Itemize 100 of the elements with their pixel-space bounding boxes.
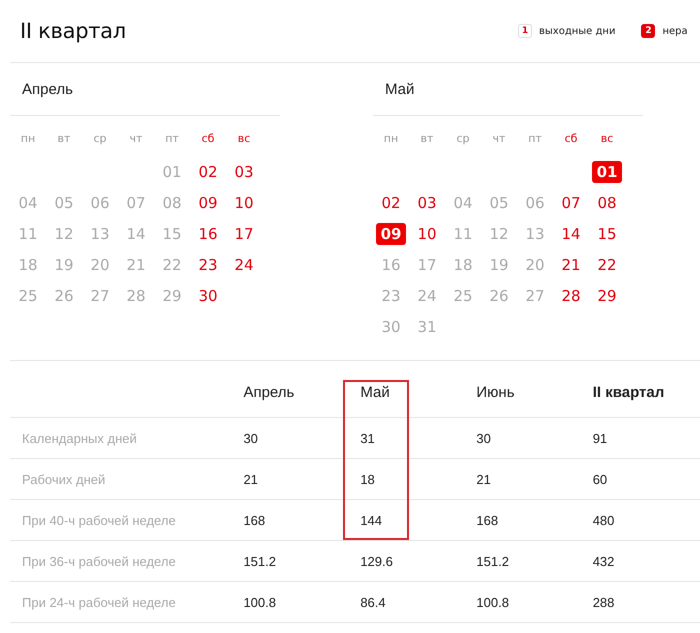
weekday-label: вт xyxy=(56,132,72,147)
calendar-day[interactable]: 03 xyxy=(229,161,259,183)
calendar-day[interactable]: 31 xyxy=(412,316,442,338)
calendar-day[interactable]: 20 xyxy=(520,254,550,276)
calendar-day[interactable]: 22 xyxy=(157,254,187,276)
calendar-day[interactable]: 14 xyxy=(556,223,586,245)
legend-label: нера xyxy=(662,26,688,36)
calendar-day[interactable]: 07 xyxy=(121,192,151,214)
table-cell: 432 xyxy=(592,554,614,568)
table-cell: 151.2 xyxy=(476,554,509,568)
calendar-day[interactable]: 17 xyxy=(412,254,442,276)
weekday-label: пн xyxy=(382,132,400,147)
month-title: Май xyxy=(373,63,643,116)
calendar-day[interactable]: 03 xyxy=(412,192,442,214)
calendar-day[interactable]: 12 xyxy=(49,223,79,245)
calendar-day[interactable]: 11 xyxy=(448,223,478,245)
calendar-day[interactable]: 22 xyxy=(592,254,622,276)
legend-badge: 2 xyxy=(641,24,656,38)
row-label: Календарных дней xyxy=(22,430,137,446)
calendar-day[interactable]: 05 xyxy=(484,192,514,214)
calendar-day[interactable]: 26 xyxy=(49,285,79,307)
calendar-day[interactable]: 04 xyxy=(448,192,478,214)
page-title: II квартал xyxy=(20,19,127,43)
calendar-day[interactable]: 07 xyxy=(556,192,586,214)
calendar-day[interactable]: 09 xyxy=(193,192,223,214)
calendar-day[interactable]: 27 xyxy=(85,285,115,307)
calendar-day[interactable]: 23 xyxy=(376,285,406,307)
weekday-label: пт xyxy=(527,132,543,147)
table-cell: 168 xyxy=(476,512,498,528)
calendar-day[interactable]: 04 xyxy=(13,192,43,214)
calendar-day[interactable]: 15 xyxy=(157,223,187,245)
calendar-day[interactable]: 15 xyxy=(592,223,622,245)
table-cell: 480 xyxy=(592,512,614,528)
calendar-day[interactable]: 08 xyxy=(157,192,187,214)
table-cell: 288 xyxy=(592,594,614,610)
legend-badge: 1 xyxy=(518,24,532,38)
calendar-day[interactable]: 20 xyxy=(85,254,115,276)
calendar-day[interactable]: 11 xyxy=(13,223,43,245)
calendar-day[interactable]: 27 xyxy=(520,285,550,307)
column-header: II квартал xyxy=(592,384,664,400)
calendar-day[interactable]: 02 xyxy=(193,161,223,183)
column-header: Июнь xyxy=(476,384,515,400)
weekday-label: сб xyxy=(564,132,578,147)
calendar-day[interactable]: 19 xyxy=(49,254,79,276)
calendar-day[interactable]: 13 xyxy=(85,223,115,245)
calendar-day[interactable]: 21 xyxy=(121,254,151,276)
calendar-day[interactable]: 09 xyxy=(376,223,406,245)
calendar-day[interactable]: 17 xyxy=(229,223,259,245)
row-label: Рабочих дней xyxy=(22,472,106,486)
weekday-label: вс xyxy=(236,132,252,147)
calendar-day[interactable]: 30 xyxy=(193,285,223,307)
calendar-day[interactable]: 28 xyxy=(121,285,151,307)
calendar-day[interactable]: 16 xyxy=(193,223,223,245)
calendar-day[interactable]: 10 xyxy=(229,192,259,214)
calendar-day[interactable]: 13 xyxy=(520,223,550,245)
calendar-day[interactable]: 06 xyxy=(520,192,550,214)
calendar-day[interactable]: 21 xyxy=(556,254,586,276)
weekday-label: чт xyxy=(128,132,144,147)
calendar-day[interactable]: 12 xyxy=(484,223,514,245)
calendar-day[interactable]: 24 xyxy=(412,285,442,307)
calendar-day[interactable]: 01 xyxy=(157,161,187,183)
row-label: При 24-ч рабочей неделе xyxy=(22,594,176,610)
row-label: При 36-ч рабочей неделе xyxy=(22,554,176,568)
table-cell: 168 xyxy=(243,512,266,528)
table-cell: 144 xyxy=(360,512,382,528)
calendar-day[interactable]: 18 xyxy=(13,254,43,276)
calendar-day[interactable]: 29 xyxy=(157,285,187,307)
legend-label: выходные дни xyxy=(539,26,616,36)
calendar-day[interactable]: 08 xyxy=(592,192,622,214)
calendar-day[interactable]: 29 xyxy=(592,285,622,307)
calendar-day[interactable]: 10 xyxy=(412,223,442,245)
weekday-label: вт xyxy=(420,132,434,147)
calendar-day[interactable]: 26 xyxy=(484,285,514,307)
weekday-label: вс xyxy=(600,132,614,147)
calendar-day[interactable]: 01 xyxy=(592,161,622,183)
calendar-day[interactable]: 02 xyxy=(376,192,406,214)
table-cell: 100.8 xyxy=(476,594,509,610)
table-cell: 86.4 xyxy=(360,594,386,610)
calendar-day[interactable]: 19 xyxy=(484,254,514,276)
calendar-day[interactable]: 24 xyxy=(229,254,259,276)
weekday-label: ср xyxy=(455,132,471,147)
calendar-day[interactable]: 14 xyxy=(121,223,151,245)
calendar-day[interactable]: 25 xyxy=(13,285,43,307)
calendar-day[interactable]: 06 xyxy=(85,192,115,214)
month-title: Апрель xyxy=(10,63,280,116)
weekday-label: сб xyxy=(200,132,216,147)
calendar-day[interactable]: 16 xyxy=(376,254,406,276)
calendar-day[interactable]: 28 xyxy=(556,285,586,307)
column-header: Май xyxy=(360,384,390,400)
calendar-day[interactable]: 05 xyxy=(49,192,79,214)
weekday-label: чт xyxy=(492,132,506,147)
table-cell: 21 xyxy=(476,472,491,486)
row-label: При 40-ч рабочей неделе xyxy=(22,512,176,528)
calendar-day[interactable]: 30 xyxy=(376,316,406,338)
calendar-day[interactable]: 25 xyxy=(448,285,478,307)
table-cell: 30 xyxy=(476,430,491,446)
column-header: Апрель xyxy=(243,384,294,400)
table-cell: 21 xyxy=(243,472,258,486)
calendar-day[interactable]: 23 xyxy=(193,254,223,276)
calendar-day[interactable]: 18 xyxy=(448,254,478,276)
